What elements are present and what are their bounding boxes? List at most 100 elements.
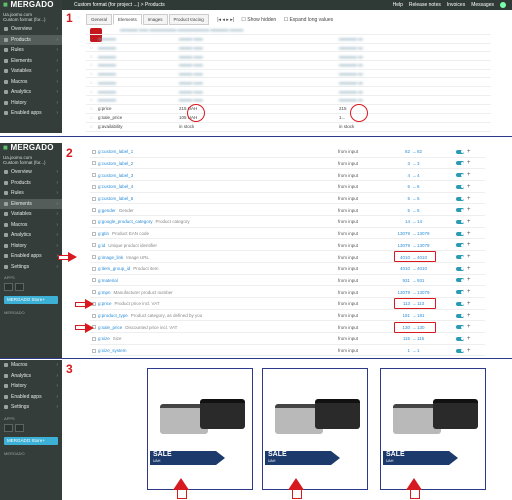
sidebar-item-enabled-apps[interactable]: Enabled apps› <box>0 251 62 262</box>
toggle-switch[interactable] <box>456 278 464 283</box>
row-checkbox[interactable] <box>92 219 96 224</box>
rule-name[interactable]: g:size_system <box>98 348 130 353</box>
count-in[interactable]: 82 <box>396 149 410 154</box>
sidebar-item-products[interactable]: Products › <box>0 178 62 189</box>
count-in[interactable]: 5 <box>396 196 410 201</box>
toggle-switch[interactable] <box>456 208 464 213</box>
count-out[interactable]: 1 <box>417 348 420 353</box>
add-icon[interactable]: + <box>467 242 471 248</box>
toggle-switch[interactable] <box>456 348 464 353</box>
rule-row[interactable]: g:custom_label_4 from input 6 → 6 + <box>90 182 485 193</box>
row-checkbox[interactable] <box>92 313 96 318</box>
sidebar-item-settings[interactable]: Settings › <box>0 402 62 413</box>
add-icon[interactable]: + <box>467 219 471 225</box>
count-in[interactable]: 13079 <box>396 243 410 248</box>
invoices-link[interactable]: Invoices <box>447 2 465 8</box>
add-icon[interactable]: + <box>467 196 471 202</box>
count-in[interactable]: 3 <box>396 161 410 166</box>
sidebar-item-enabled-apps[interactable]: Enabled apps› <box>0 108 62 119</box>
count-out[interactable]: 5 <box>417 196 420 201</box>
add-icon[interactable]: + <box>467 231 471 237</box>
add-icon[interactable]: + <box>467 301 471 307</box>
toggle-switch[interactable] <box>456 173 464 178</box>
add-icon[interactable]: + <box>467 184 471 190</box>
product-image-card[interactable]: SALE UAH <box>262 368 368 490</box>
row-checkbox[interactable] <box>92 184 96 189</box>
row-checkbox[interactable] <box>92 196 96 201</box>
sidebar-item-settings[interactable]: Settings › <box>0 262 62 273</box>
count-out[interactable]: 5 <box>417 208 420 213</box>
sidebar-item-elements[interactable]: Elements › <box>0 198 62 209</box>
toggle-switch[interactable] <box>456 149 464 154</box>
count-out[interactable]: 13079 <box>417 290 430 295</box>
row-checkbox[interactable] <box>92 161 96 166</box>
rule-row[interactable]: g:gtin Product EAN code from input 13079 → 13… <box>90 229 485 240</box>
count-out[interactable]: 14 <box>417 219 422 224</box>
help-link[interactable]: Help <box>393 2 403 8</box>
add-icon[interactable]: + <box>467 207 471 213</box>
rule-row[interactable]: g:google_product_category Product categor… <box>90 217 485 228</box>
add-icon[interactable]: + <box>467 149 471 155</box>
rule-name[interactable]: g:image_link Image URL <box>98 255 149 260</box>
toggle-switch[interactable] <box>456 184 464 189</box>
breadcrumb[interactable]: Custom format (for project ...) > Produc… <box>74 2 165 8</box>
add-icon[interactable]: + <box>467 266 471 272</box>
mergado-store-button[interactable]: MERGADO Store+ <box>4 436 58 445</box>
row-checkbox[interactable] <box>92 173 96 178</box>
show-hidden-checkbox[interactable]: ☐ Show hidden <box>241 17 276 23</box>
sidebar-item-macros[interactable]: Macros › <box>0 220 62 231</box>
rule-name[interactable]: g:custom_label_4 <box>98 184 136 189</box>
sidebar-item-elements[interactable]: Elements › <box>0 56 62 67</box>
rule-name[interactable]: g:gender Gender <box>98 208 134 213</box>
count-out[interactable]: 6 <box>417 184 420 189</box>
product-image-card[interactable]: SALE UAH <box>147 368 253 490</box>
count-in[interactable]: 1 <box>396 348 410 353</box>
toggle-switch[interactable] <box>456 161 464 166</box>
toggle-switch[interactable] <box>456 266 464 271</box>
count-in[interactable]: 4010 <box>396 266 410 271</box>
sidebar-item-analytics[interactable]: Analytics › <box>0 371 62 382</box>
count-in[interactable]: 14 <box>396 219 410 224</box>
toggle-switch[interactable] <box>456 336 464 341</box>
count-in[interactable]: 115 <box>396 336 410 341</box>
sidebar-item-rules[interactable]: Rules › <box>0 188 62 199</box>
add-icon[interactable]: + <box>467 348 471 354</box>
apps-icons[interactable] <box>0 281 62 293</box>
count-out[interactable]: 4010 <box>417 266 427 271</box>
rule-name[interactable]: g:custom_label_5 <box>98 196 136 201</box>
rule-name[interactable]: g:item_group_id Product item <box>98 266 159 271</box>
rule-row[interactable]: g:size Size from input 115 → 115 + <box>90 334 485 345</box>
rule-name[interactable]: g:google_product_category Product categor… <box>98 219 190 224</box>
rule-name[interactable]: g:gtin Product EAN code <box>98 231 149 236</box>
user-avatar[interactable] <box>500 2 506 8</box>
toggle-switch[interactable] <box>456 196 464 201</box>
rule-name[interactable]: g:sale_price Discounted price incl. VAT <box>98 325 177 330</box>
sidebar-item-history[interactable]: History › <box>0 381 62 392</box>
sidebar-item-products[interactable]: Products › <box>0 34 62 45</box>
rule-row[interactable]: g:custom_label_1 from input 82 → 82 + <box>90 147 485 158</box>
count-out[interactable]: 115 <box>417 336 424 341</box>
add-icon[interactable]: + <box>467 277 471 283</box>
row-checkbox[interactable] <box>92 278 96 283</box>
tab-general[interactable]: General <box>86 14 113 25</box>
rule-row[interactable]: g:custom_label_3 from input 4 → 4 + <box>90 170 485 181</box>
rule-name[interactable]: g:price Product price incl. VAT <box>98 301 160 306</box>
rule-row[interactable]: g:size_system from input 1 → 1 + <box>90 346 485 357</box>
navigation-arrows-icon[interactable]: |◂ ◂ ▸ ▸| <box>217 17 234 23</box>
count-in[interactable]: 931 <box>396 278 410 283</box>
toggle-switch[interactable] <box>456 255 464 260</box>
messages-link[interactable]: Messages <box>471 2 494 8</box>
sidebar-item-enabled-apps[interactable]: Enabled apps› <box>0 392 62 403</box>
row-checkbox[interactable] <box>92 231 96 236</box>
rule-row[interactable]: g:material from input 931 → 931 + <box>90 276 485 287</box>
toggle-switch[interactable] <box>456 219 464 224</box>
count-out[interactable]: 931 <box>417 278 425 283</box>
sidebar-item-macros[interactable]: Macros › <box>0 77 62 88</box>
add-icon[interactable]: + <box>467 313 471 319</box>
count-out[interactable]: 82 <box>417 149 422 154</box>
rule-name[interactable]: g:id Unique product identifier <box>98 243 157 248</box>
rule-name[interactable]: g:material <box>98 278 121 283</box>
count-in[interactable]: 5 <box>396 208 410 213</box>
rule-name[interactable]: g:size Size <box>98 336 122 341</box>
toggle-switch[interactable] <box>456 290 464 295</box>
